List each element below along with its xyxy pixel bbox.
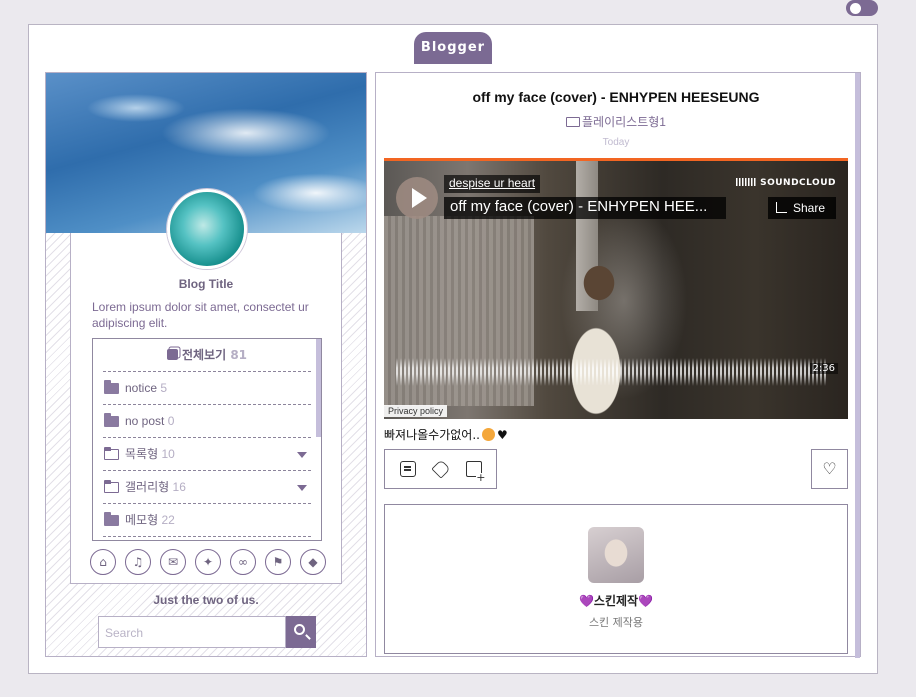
category-item-notice[interactable]: notice 5 [103,372,311,405]
category-item-gallery[interactable]: 갤러리형 16 [103,471,311,504]
chevron-down-icon[interactable] [297,485,307,491]
search-icon [294,624,305,635]
tag-icon[interactable] [430,459,451,479]
folder-icon [104,380,119,394]
category-count: 0 [167,414,175,428]
post-panel: off my face (cover) - ENHYPEN HEESEUNG 플… [375,72,861,658]
theme-toggle[interactable] [846,0,878,16]
track-title[interactable]: off my face (cover) - ENHYPEN HEE... [444,197,726,219]
mail-icon[interactable]: ✉ [160,549,186,575]
category-label: notice [125,381,158,395]
category-count: 10 [161,447,175,461]
comment-icon[interactable] [399,461,416,477]
post-title[interactable]: off my face (cover) - ENHYPEN HEESEUNG [376,89,856,105]
post-caption-text: 빠져나올수가없어.. [384,428,480,442]
category-label: 목록형 [125,447,159,461]
post-caption: 빠져나올수가없어.. ♥ [384,426,508,443]
purple-heart-icon: 💜 [578,594,594,608]
folder-open-icon [104,447,119,460]
purple-heart-icon: 💜 [638,594,654,608]
folder-icon [566,117,581,127]
smiling-face-icon [481,428,495,441]
category-list: 전체보기 81 notice 5 no post 0 목록형 10 갤러리형 1… [92,338,322,541]
blog-title[interactable]: Blog Title [46,277,366,291]
category-label: 갤러리형 [125,480,170,494]
like-button[interactable]: ♡ [811,449,848,489]
soundcloud-logo[interactable]: SOUNDCLOUD [736,178,836,188]
folder-icon [104,413,119,427]
sidebar: Blog Title Lorem ipsum dolor sit amet, c… [45,72,367,657]
link-icon[interactable]: ∞ [230,549,256,575]
chevron-down-icon[interactable] [297,452,307,458]
social-icons: ⌂ ♫ ✉ ✦ ∞ ⚑ ◆ [90,549,326,575]
category-item-no-post[interactable]: no post 0 [103,405,311,438]
folder-open-icon [104,480,119,493]
post-category-label: 플레이리스트형1 [582,115,666,129]
post-category[interactable]: 플레이리스트형1 [376,113,856,130]
category-count: 16 [172,480,186,494]
toggle-knob [850,3,861,14]
blog-tagline: Just the two of us. [153,593,259,607]
author-name[interactable]: 💜스킨제작💜 [385,592,847,609]
category-count: 22 [161,513,175,527]
category-count: 5 [160,381,168,395]
track-duration: 2:36 [809,363,838,374]
heart-icon: ♡ [822,459,837,478]
cloud-icon [736,178,757,186]
category-all[interactable]: 전체보기 81 [103,339,311,372]
post-scrollbar[interactable] [855,73,860,658]
author-box: 💜스킨제작💜 스킨 제작용 [384,504,848,654]
author-avatar[interactable] [588,527,644,583]
author-subtitle: 스킨 제작용 [588,616,644,629]
soundcloud-player: despise ur heart off my face (cover) - E… [384,158,848,419]
category-label: no post [125,414,165,428]
blog-description: Lorem ipsum dolor sit amet, consectet ur… [92,300,309,330]
author-name-text: 스킨제작 [593,594,639,608]
category-all-count: 81 [230,348,248,362]
category-scrollbar[interactable] [316,339,321,437]
category-all-label: 전체보기 [181,348,227,362]
folder-icon [104,512,119,526]
search-button[interactable] [286,616,316,648]
blog-tab[interactable]: Blogger [414,32,492,64]
artist-link[interactable]: despise ur heart [444,175,541,193]
share-button[interactable]: Share [768,197,836,219]
play-button[interactable] [396,177,438,219]
waveform[interactable] [396,346,826,386]
blog-avatar[interactable] [167,189,247,269]
category-item-memo[interactable]: 메모형 22 [103,504,311,537]
post-actions [384,449,497,489]
folder-add-icon[interactable] [465,461,486,483]
share-label: Share [793,201,826,215]
search-input[interactable]: Search [98,616,286,648]
tags-icon[interactable]: ◆ [300,549,326,575]
bell-icon[interactable]: ♫ [125,549,151,575]
twitter-icon[interactable]: ✦ [195,549,221,575]
category-label: 메모형 [125,513,159,527]
copy-icon [166,349,178,360]
home-icon[interactable]: ⌂ [90,549,116,575]
share-icon [776,202,787,213]
category-item-list[interactable]: 목록형 10 [103,438,311,471]
black-heart-icon: ♥ [496,428,508,442]
flag-icon[interactable]: ⚑ [265,549,291,575]
player-artwork-person [554,261,634,419]
privacy-policy-link[interactable]: Privacy policy [384,405,448,417]
soundcloud-brand: SOUNDCLOUD [760,178,836,188]
post-date: Today [602,137,630,148]
